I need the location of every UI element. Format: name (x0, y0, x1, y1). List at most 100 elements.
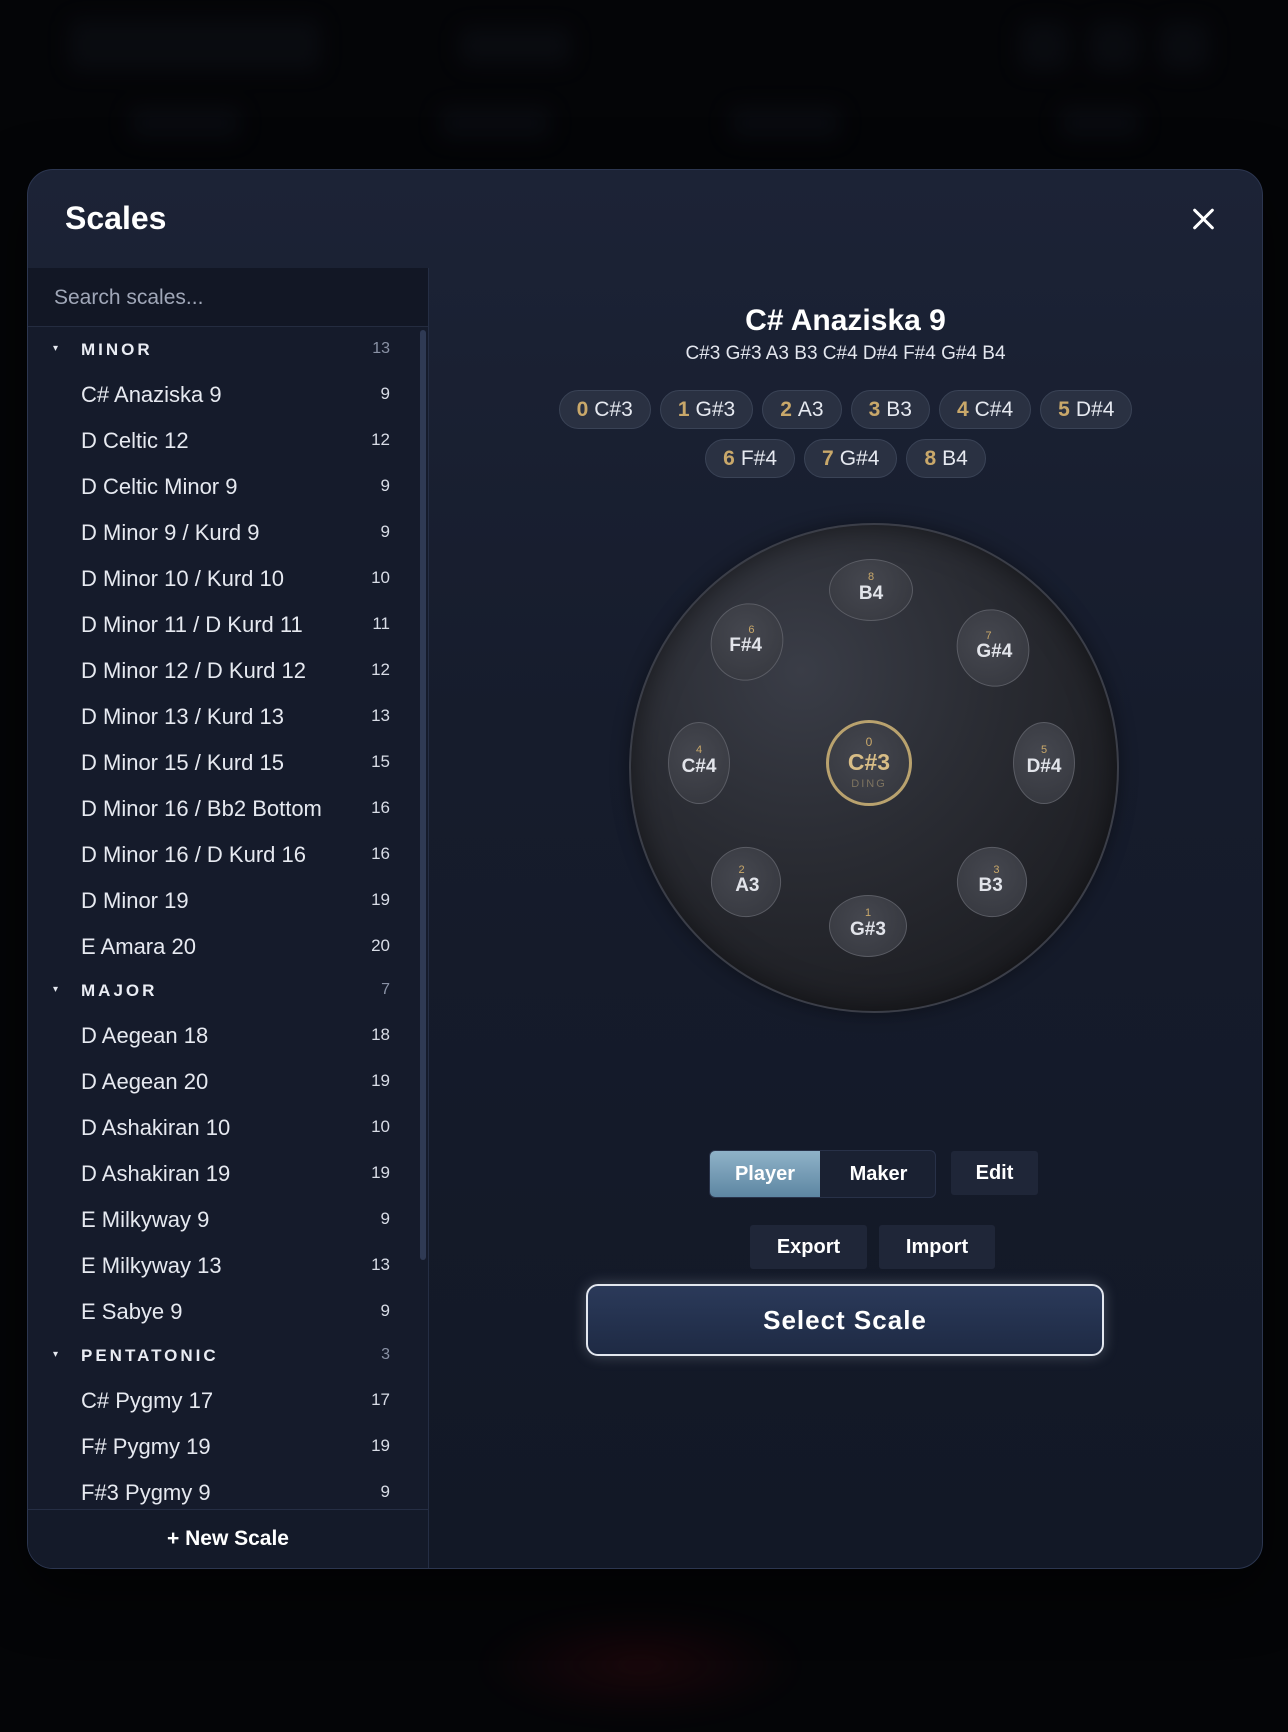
note-chip[interactable]: 2 A3 (762, 390, 842, 429)
scale-item-count: 17 (371, 1390, 390, 1409)
note-chip[interactable]: 6 F#4 (705, 439, 796, 478)
scale-item-name: E Sabye 9 (81, 1299, 183, 1324)
collapse-triangle-icon: ▾ (53, 343, 59, 354)
scale-list-item[interactable]: D Minor 13 / Kurd 13 13 (28, 693, 420, 739)
note-chip[interactable]: 3 B3 (850, 390, 930, 429)
scale-list-item[interactable]: D Minor 16 / Bb2 Bottom 16 (28, 785, 420, 831)
scale-item-name: D Ashakiran 10 (81, 1115, 231, 1140)
select-scale-button[interactable]: Select Scale (586, 1284, 1104, 1356)
scale-list-item[interactable]: D Celtic Minor 9 9 (28, 463, 420, 509)
group-count: 13 (372, 340, 390, 357)
scale-item-name: D Celtic Minor 9 (81, 474, 238, 499)
scale-list-item[interactable]: D Minor 9 / Kurd 9 9 (28, 509, 420, 555)
scale-item-name: F# Pygmy 19 (81, 1434, 211, 1459)
import-button[interactable]: Import (879, 1225, 995, 1269)
scale-list-item[interactable]: E Milkyway 9 9 (28, 1196, 420, 1242)
note-chip-label: G#4 (839, 446, 880, 470)
scale-list-item[interactable]: E Milkyway 13 13 (28, 1242, 420, 1288)
ding-note: C#3 (847, 749, 891, 775)
scale-list[interactable]: ▾ MINOR 13 C# Anaziska 99D Celtic 12 12 D Cel… (28, 328, 420, 1508)
scale-item-count: 20 (371, 936, 390, 955)
note-chip[interactable]: 7 G#4 (804, 439, 898, 478)
tone-note: G#3 (850, 919, 886, 940)
tone-field[interactable]: 6 F#4 (699, 593, 795, 691)
scale-list-item[interactable]: E Sabye 9 9 (28, 1288, 420, 1334)
scale-item-count: 10 (371, 568, 390, 587)
tone-field[interactable]: 4 C#4 (668, 722, 730, 804)
close-icon[interactable] (1186, 202, 1220, 236)
note-chip-label: C#4 (974, 397, 1014, 421)
tone-field[interactable]: 7 G#4 (945, 599, 1041, 697)
note-chip-row: 0 C#3 1 G#3 2 A3 3 B3 4 C#4 5 D#4 (429, 390, 1262, 429)
note-chip[interactable]: 8 B4 (906, 439, 986, 478)
search-input[interactable] (52, 280, 406, 316)
mode-toggle: Player Maker (709, 1150, 936, 1198)
scale-item-name: D Minor 15 / Kurd 15 (81, 750, 284, 775)
scale-list-item[interactable]: D Celtic 12 12 (28, 417, 420, 463)
tone-field[interactable]: 1 G#3 (829, 895, 907, 957)
scale-list-item[interactable]: D Minor 16 / D Kurd 16 16 (28, 831, 420, 877)
scale-item-count: 9 (380, 522, 390, 541)
maker-mode-button[interactable]: Maker (822, 1151, 935, 1197)
scale-list-item[interactable]: D Minor 11 / D Kurd 11 11 (28, 601, 420, 647)
scale-list-item[interactable]: D Ashakiran 19 19 (28, 1150, 420, 1196)
new-scale-button[interactable]: + New Scale (28, 1509, 428, 1568)
tone-field[interactable]: 2 A3 (701, 837, 791, 927)
scale-list-item[interactable]: D Aegean 20 19 (28, 1058, 420, 1104)
scale-list-item[interactable]: C# Pygmy 17 17 (28, 1377, 420, 1423)
export-button[interactable]: Export (750, 1225, 867, 1269)
note-chip[interactable]: 0 C#3 (558, 390, 651, 429)
scale-item-name: F#3 Pygmy 9 (81, 1480, 211, 1505)
note-chip-label: D#4 (1075, 397, 1115, 421)
scale-item-count: 13 (371, 1255, 390, 1274)
group-header-major[interactable]: ▾ MAJOR 7 (28, 969, 420, 1012)
scale-item-count: 16 (371, 844, 390, 863)
scale-item-name: D Ashakiran 19 (81, 1161, 231, 1186)
scale-item-count: 18 (371, 1025, 390, 1044)
scale-list-item[interactable]: D Minor 15 / Kurd 15 15 (28, 739, 420, 785)
scale-item-name: E Amara 20 (81, 934, 196, 959)
scale-item-name: D Minor 9 / Kurd 9 (81, 520, 260, 545)
scale-item-name: C# Anaziska 9 (81, 382, 222, 407)
search-bar (28, 268, 428, 327)
player-mode-button[interactable]: Player (710, 1151, 820, 1197)
tone-index: 8 (867, 571, 875, 583)
tone-field[interactable]: 3 B3 (947, 837, 1037, 927)
scale-list-item[interactable]: F# Pygmy 19 19 (28, 1423, 420, 1469)
tone-field[interactable]: 8 B4 (829, 559, 913, 621)
scale-item-count: 13 (371, 706, 390, 725)
note-chip-index: 3 (868, 397, 881, 421)
scale-list-item[interactable]: D Aegean 18 18 (28, 1012, 420, 1058)
scale-list-item[interactable]: F#3 Pygmy 9 9 (28, 1469, 420, 1508)
group-header-minor[interactable]: ▾ MINOR 13 (28, 328, 420, 371)
scale-title: C# Anaziska 9 (745, 304, 946, 337)
scale-item-name: D Aegean 20 (81, 1069, 209, 1094)
modal-title: Scales (65, 200, 167, 236)
note-chip-index: 7 (822, 446, 834, 470)
scale-item-count: 12 (371, 430, 390, 449)
scrollbar-thumb[interactable] (420, 330, 426, 1260)
note-chip[interactable]: 5 D#4 (1040, 390, 1133, 429)
scale-sidebar: ▾MINOR13C# Anaziska 99D Celtic 1212D Cel… (28, 268, 429, 1568)
scale-list-item[interactable]: D Minor 10 / Kurd 10 10 (28, 555, 420, 601)
scale-item-count: 9 (380, 384, 390, 403)
note-chip-index: 1 (677, 397, 690, 421)
note-chips: 0 C#3 1 G#3 2 A3 3 B3 4 C#4 5 D#4 6 F#4 7 G#4 8 B4 (429, 390, 1262, 488)
handpan-diagram: 0 C#3 DING 1 G#3 2 A3 3 B3 4 C#4 5 D#4 6 F#4 7 G#4 8 B4 (629, 523, 1119, 1013)
edit-button[interactable]: Edit (951, 1151, 1038, 1195)
tone-field[interactable]: 5 D#4 (1013, 722, 1075, 804)
note-chip-index: 4 (956, 397, 969, 421)
tone-note: F#4 (729, 634, 763, 656)
scale-item-count: 10 (371, 1117, 390, 1136)
ding-tone[interactable]: 0 C#3 DING (826, 720, 912, 806)
note-chip[interactable]: 1 G#3 (659, 390, 754, 429)
scale-list-item[interactable]: E Amara 20 20 (28, 923, 420, 969)
scales-modal: Scales ▾MINOR13 C# Anaziska 9 9 D Celtic 12… (27, 169, 1263, 1569)
scale-list-item[interactable]: D Minor 12 / D Kurd 12 12 (28, 647, 420, 693)
scale-list-item[interactable]: D Ashakiran 10 10 (28, 1104, 420, 1150)
group-header-pentatonic[interactable]: ▾ PENTATONIC 3 (28, 1334, 420, 1377)
scale-item-count: 12 (371, 660, 390, 679)
note-chip[interactable]: 4 C#4 (938, 390, 1032, 429)
scale-list-item[interactable]: D Minor 19 19 (28, 877, 420, 923)
scale-list-item[interactable]: C# Anaziska 9 9 (28, 371, 420, 417)
